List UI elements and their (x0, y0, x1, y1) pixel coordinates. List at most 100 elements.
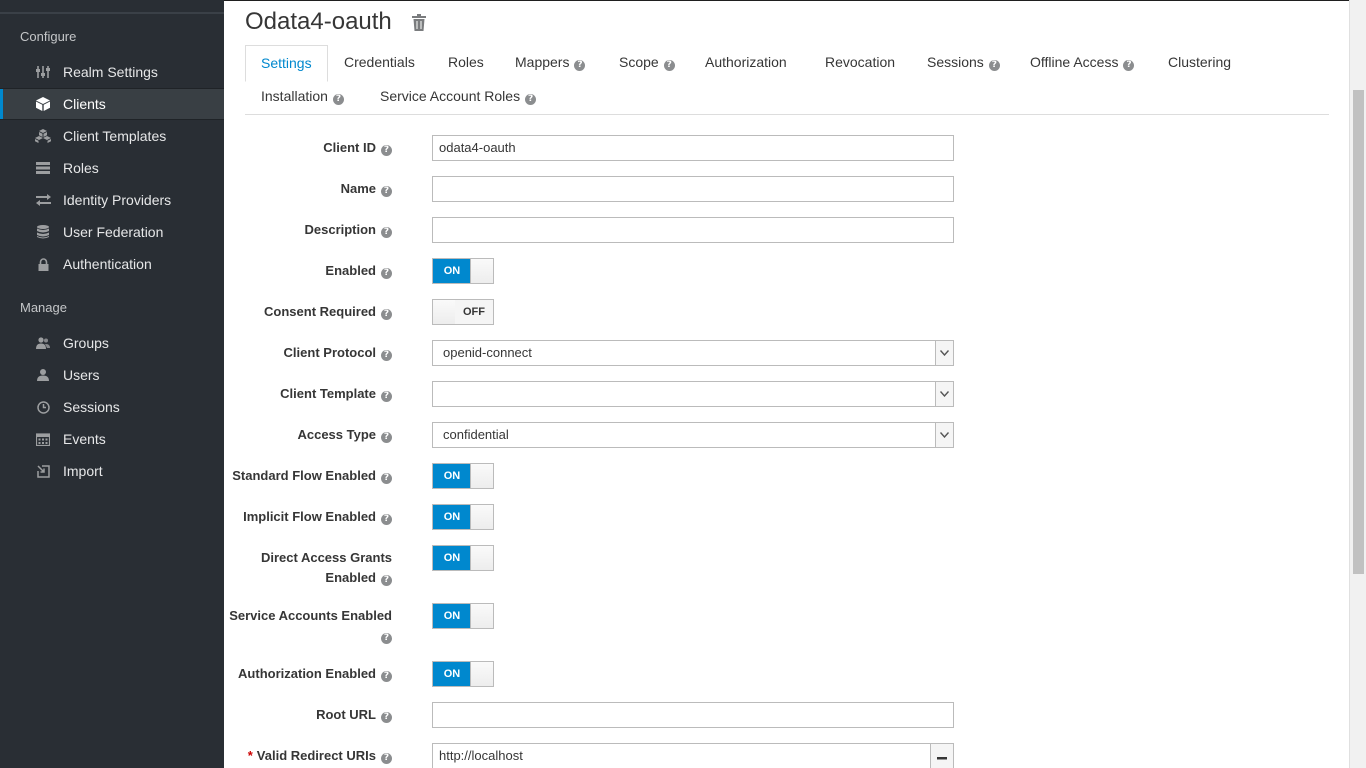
sidebar-item-roles[interactable]: Roles (0, 152, 224, 184)
sidebar-item-label: Authentication (63, 256, 152, 272)
tab-service-account-roles[interactable]: Service Account Roles? (380, 88, 537, 105)
help-icon[interactable]: ? (381, 514, 392, 525)
help-icon[interactable]: ? (1123, 60, 1135, 71)
label-text: Service Accounts Enabled (229, 608, 392, 623)
help-icon[interactable]: ? (381, 145, 392, 156)
help-icon[interactable]: ? (574, 60, 586, 71)
help-icon[interactable]: ? (381, 473, 392, 484)
access-type-label: Access Type? (297, 425, 392, 445)
description-input[interactable] (432, 217, 954, 243)
toggle-on-state: ON (433, 505, 471, 529)
help-icon[interactable]: ? (381, 432, 392, 443)
tab-authorization[interactable]: Authorization (705, 54, 787, 70)
sliders-icon (35, 64, 51, 80)
tab-roles[interactable]: Roles (448, 54, 484, 70)
standard-flow-toggle[interactable]: ON (432, 463, 494, 489)
list-icon (35, 160, 51, 176)
help-icon[interactable]: ? (381, 575, 392, 586)
label-text: Description (304, 222, 376, 237)
client-protocol-select[interactable]: openid-connect (432, 340, 954, 366)
toggle-knob (470, 464, 493, 488)
help-icon[interactable]: ? (381, 712, 392, 723)
direct-access-grants-label: Direct Access Grants Enabled? (261, 548, 392, 588)
tab-label: Revocation (825, 54, 896, 70)
implicit-flow-toggle[interactable]: ON (432, 504, 494, 530)
scrollbar-thumb[interactable] (1353, 90, 1364, 574)
user-icon (35, 367, 51, 383)
label-text: Valid Redirect URIs (256, 748, 376, 763)
help-icon[interactable]: ? (381, 633, 392, 644)
tab-mappers[interactable]: Mappers? (515, 54, 586, 71)
tab-label: Settings (261, 55, 312, 71)
help-icon[interactable]: ? (663, 60, 675, 71)
sidebar-divider (0, 12, 224, 14)
service-accounts-toggle[interactable]: ON (432, 603, 494, 629)
tab-offline-access[interactable]: Offline Access? (1030, 54, 1135, 71)
sidebar-item-authentication[interactable]: Authentication (0, 248, 224, 280)
sidebar-item-label: Realm Settings (63, 64, 158, 80)
implicit-flow-label: Implicit Flow Enabled? (243, 507, 392, 527)
tab-sessions[interactable]: Sessions? (927, 54, 1000, 71)
toggle-on-state: ON (433, 604, 471, 628)
toggle-on-state: ON (433, 546, 471, 570)
sidebar-item-users[interactable]: Users (0, 359, 224, 391)
toggle-knob (470, 662, 493, 686)
tab-credentials[interactable]: Credentials (344, 54, 415, 70)
help-icon[interactable]: ? (381, 350, 392, 361)
consent-required-toggle[interactable]: OFF (432, 299, 494, 325)
client-id-input[interactable]: odata4-oauth (432, 135, 954, 161)
sidebar-item-clients[interactable]: Clients (0, 88, 224, 120)
sidebar-item-groups[interactable]: Groups (0, 327, 224, 359)
sidebar-item-identity-providers[interactable]: Identity Providers (0, 184, 224, 216)
authorization-enabled-toggle[interactable]: ON (432, 661, 494, 687)
sidebar-item-events[interactable]: Events (0, 423, 224, 455)
tab-scope[interactable]: Scope? (619, 54, 675, 71)
tab-installation[interactable]: Installation? (261, 88, 344, 105)
tab-settings[interactable]: Settings (245, 45, 328, 82)
enabled-toggle[interactable]: ON (432, 258, 494, 284)
toggle-knob (433, 300, 456, 324)
help-icon[interactable]: ? (381, 391, 392, 402)
vertical-scrollbar[interactable] (1349, 0, 1366, 768)
sidebar-item-label: Groups (63, 335, 109, 351)
sidebar-item-user-federation[interactable]: User Federation (0, 216, 224, 248)
sidebar-item-label: Identity Providers (63, 192, 172, 208)
help-icon[interactable]: ? (381, 753, 392, 764)
access-type-select[interactable]: confidential (432, 422, 954, 448)
help-icon[interactable]: ? (988, 60, 1000, 71)
label-text: Consent Required (264, 304, 376, 319)
remove-redirect-uri-button[interactable] (930, 743, 954, 768)
tab-revocation[interactable]: Revocation (825, 54, 895, 70)
sidebar-item-import[interactable]: Import (0, 455, 224, 487)
help-icon[interactable]: ? (381, 227, 392, 238)
help-icon[interactable]: ? (381, 186, 392, 197)
client-template-select[interactable] (432, 381, 954, 407)
database-icon (35, 224, 51, 240)
tab-clustering[interactable]: Clustering (1168, 54, 1231, 70)
sidebar-item-realm-settings[interactable]: Realm Settings (0, 56, 224, 88)
help-icon[interactable]: ? (381, 671, 392, 682)
redirect-uri-input[interactable]: http://localhost (432, 743, 931, 768)
tab-label: Offline Access (1030, 54, 1119, 70)
sidebar-section-configure: Configure (20, 29, 77, 44)
sidebar-item-sessions[interactable]: Sessions (0, 391, 224, 423)
root-url-label: Root URL? (316, 705, 392, 725)
trash-icon[interactable] (412, 14, 426, 36)
label-text: Access Type (297, 427, 376, 442)
help-icon[interactable]: ? (381, 309, 392, 320)
root-url-input[interactable] (432, 702, 954, 728)
direct-access-grants-toggle[interactable]: ON (432, 545, 494, 571)
lock-icon (35, 256, 51, 272)
help-icon[interactable]: ? (525, 94, 537, 105)
toggle-knob (470, 259, 493, 283)
help-icon[interactable]: ? (332, 94, 344, 105)
client-template-label: Client Template? (280, 384, 392, 404)
toggle-knob (470, 505, 493, 529)
required-mark: * (247, 748, 253, 763)
exchange-icon (35, 192, 51, 208)
sidebar-item-label: User Federation (63, 224, 164, 240)
name-input[interactable] (432, 176, 954, 202)
tab-label: Clustering (1168, 54, 1232, 70)
sidebar-item-client-templates[interactable]: Client Templates (0, 120, 224, 152)
help-icon[interactable]: ? (381, 268, 392, 279)
